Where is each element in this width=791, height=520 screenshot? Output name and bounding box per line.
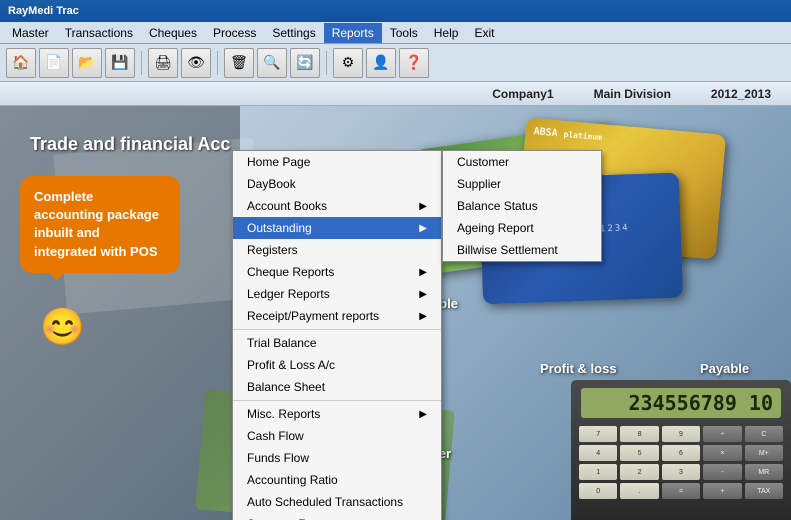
menu-tools[interactable]: Tools (382, 23, 426, 43)
submenu-ageing-report[interactable]: Ageing Report (443, 217, 601, 239)
menu-item-account-books[interactable]: Account Books ▶ (233, 195, 441, 217)
menu-item-trial-balance[interactable]: Trial Balance (233, 332, 441, 354)
smiley-icon: 😊 (40, 306, 90, 356)
menu-item-auto-scheduled[interactable]: Auto Scheduled Transactions (233, 491, 441, 513)
toolbar-delete-btn[interactable]: 🗑 (224, 48, 254, 78)
calculator-keypad: 7 8 9 ÷ C 4 5 6 × M+ 1 2 3 - MR 0 . = + … (571, 422, 791, 503)
submenu-supplier[interactable]: Supplier (443, 173, 601, 195)
menu-item-cash-flow[interactable]: Cash Flow (233, 425, 441, 447)
calc-key-clear[interactable]: C (745, 426, 783, 442)
toolbar-open-btn[interactable]: 📂 (72, 48, 102, 78)
cheque-reports-arrow: ▶ (419, 267, 427, 278)
calc-key-2[interactable]: 2 (620, 464, 658, 480)
toolbar-print-btn[interactable]: 🖨 (148, 48, 178, 78)
toolbar-separator-2 (217, 51, 218, 75)
menu-item-daybook[interactable]: DayBook (233, 173, 441, 195)
menu-process[interactable]: Process (205, 23, 264, 43)
calculator: 234556789 10 7 8 9 ÷ C 4 5 6 × M+ 1 2 3 … (571, 380, 791, 520)
toolbar-separator-1 (141, 51, 142, 75)
toolbar-save-btn[interactable]: 💾 (105, 48, 135, 78)
submenu-billwise-settlement[interactable]: Billwise Settlement (443, 239, 601, 261)
reports-dropdown-menu: Home Page DayBook Account Books ▶ Outsta… (232, 150, 442, 520)
submenu-customer[interactable]: Customer (443, 151, 601, 173)
menu-cheques[interactable]: Cheques (141, 23, 205, 43)
menu-item-balance-sheet[interactable]: Balance Sheet (233, 376, 441, 398)
menu-item-outstanding[interactable]: Outstanding ▶ (233, 217, 441, 239)
menu-item-ledger-reports[interactable]: Ledger Reports ▶ (233, 283, 441, 305)
calc-key-8[interactable]: 8 (620, 426, 658, 442)
menu-item-profit-loss[interactable]: Profit & Loss A/c (233, 354, 441, 376)
company-name: Company1 (492, 87, 553, 101)
menu-item-statutory[interactable]: Statutory Reports ▶ (233, 513, 441, 520)
calc-key-1[interactable]: 1 (579, 464, 617, 480)
profit-loss-label: Profit & loss (540, 361, 617, 376)
toolbar-separator-3 (326, 51, 327, 75)
calc-key-3[interactable]: 3 (662, 464, 700, 480)
menu-help[interactable]: Help (426, 23, 467, 43)
callout-text: Complete accounting package inbuilt and … (34, 189, 159, 259)
calc-key-9[interactable]: 9 (662, 426, 700, 442)
calc-key-add[interactable]: + (703, 483, 741, 499)
toolbar-preview-btn[interactable]: 👁 (181, 48, 211, 78)
title-bar: RayMedi Trac (0, 0, 791, 22)
toolbar-help-btn[interactable]: ❓ (399, 48, 429, 78)
division-name: Main Division (594, 87, 671, 101)
calc-key-5[interactable]: 5 (620, 445, 658, 461)
app-title: RayMedi Trac (8, 5, 79, 17)
calc-key-4[interactable]: 4 (579, 445, 617, 461)
menu-item-cheque-reports[interactable]: Cheque Reports ▶ (233, 261, 441, 283)
calc-key-sub[interactable]: - (703, 464, 741, 480)
toolbar-search-btn[interactable]: 🔍 (257, 48, 287, 78)
menu-transactions[interactable]: Transactions (57, 23, 141, 43)
menu-item-receipt-payment[interactable]: Receipt/Payment reports ▶ (233, 305, 441, 327)
callout-bubble: Complete accounting package inbuilt and … (20, 176, 180, 273)
calc-key-tax[interactable]: TAX (745, 483, 783, 499)
toolbar-user-btn[interactable]: 👤 (366, 48, 396, 78)
calc-key-mplus[interactable]: M+ (745, 445, 783, 461)
menu-item-misc-reports[interactable]: Misc. Reports ▶ (233, 403, 441, 425)
fiscal-year: 2012_2013 (711, 87, 771, 101)
toolbar-new-btn[interactable]: 📄 (39, 48, 69, 78)
trade-financial-title: Trade and financial Acc (30, 134, 230, 155)
calculator-display: 234556789 10 (581, 388, 781, 418)
toolbar-refresh-btn[interactable]: 🔄 (290, 48, 320, 78)
submenu-balance-status[interactable]: Balance Status (443, 195, 601, 217)
receipt-payment-arrow: ▶ (419, 311, 427, 322)
main-content: Trade and financial Acc Complete account… (0, 106, 791, 520)
menu-settings[interactable]: Settings (264, 23, 323, 43)
menu-item-accounting-ratio[interactable]: Accounting Ratio (233, 469, 441, 491)
calc-key-div[interactable]: ÷ (703, 426, 741, 442)
calc-key-mul[interactable]: × (703, 445, 741, 461)
menu-item-funds-flow[interactable]: Funds Flow (233, 447, 441, 469)
outstanding-arrow: ▶ (419, 223, 427, 234)
menu-exit[interactable]: Exit (466, 23, 502, 43)
ledger-reports-arrow: ▶ (419, 289, 427, 300)
company-bar: Company1 Main Division 2012_2013 (0, 82, 791, 106)
toolbar-settings-btn[interactable]: ⚙ (333, 48, 363, 78)
account-books-arrow: ▶ (419, 201, 427, 212)
calc-key-6[interactable]: 6 (662, 445, 700, 461)
menu-reports[interactable]: Reports (324, 23, 382, 43)
dropdown-sep-1 (233, 329, 441, 330)
payable-label: Payable (700, 361, 749, 376)
calc-key-7[interactable]: 7 (579, 426, 617, 442)
menu-master[interactable]: Master (4, 23, 57, 43)
calc-key-0[interactable]: 0 (579, 483, 617, 499)
menu-item-home-page[interactable]: Home Page (233, 151, 441, 173)
misc-reports-arrow: ▶ (419, 409, 427, 420)
menu-item-registers[interactable]: Registers (233, 239, 441, 261)
toolbar: 🏠 📄 📂 💾 🖨 👁 🗑 🔍 🔄 ⚙ 👤 ❓ (0, 44, 791, 82)
calc-key-dot[interactable]: . (620, 483, 658, 499)
calc-key-equals[interactable]: = (662, 483, 700, 499)
dropdown-sep-2 (233, 400, 441, 401)
calc-key-mr[interactable]: MR (745, 464, 783, 480)
toolbar-home-btn[interactable]: 🏠 (6, 48, 36, 78)
outstanding-submenu: Customer Supplier Balance Status Ageing … (442, 150, 602, 262)
menu-bar: Master Transactions Cheques Process Sett… (0, 22, 791, 44)
